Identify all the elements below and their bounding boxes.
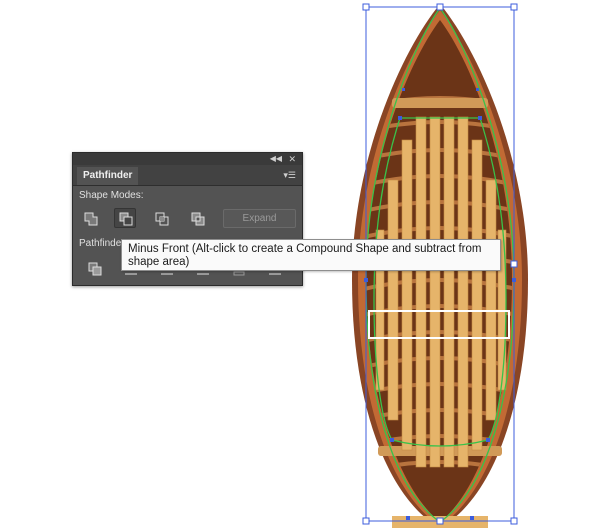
shape-modes-label: Shape Modes: (79, 190, 144, 201)
handle-bottom-middle (436, 517, 444, 525)
exclude-button[interactable] (186, 208, 208, 228)
handle-bottom-right (510, 517, 518, 525)
panel-grip-bar[interactable]: ◀◀ ✕ (73, 153, 302, 165)
minus-front-icon (119, 212, 133, 226)
handle-bottom-left (362, 517, 370, 525)
divide-button[interactable] (85, 260, 105, 278)
tab-pathfinder[interactable]: Pathfinder (77, 167, 139, 185)
panel-tab-bar: Pathfinder ▾☰ (73, 165, 302, 186)
double-chevron-left-icon[interactable]: ◀◀ (270, 153, 282, 165)
exclude-icon (191, 212, 205, 226)
handle-top-middle (436, 3, 444, 11)
minus-front-button[interactable] (114, 208, 136, 228)
handle-top-right (510, 3, 518, 11)
handle-middle-right (510, 260, 518, 268)
close-icon[interactable]: ✕ (288, 153, 296, 165)
handle-top-left (362, 3, 370, 11)
intersect-icon (155, 212, 169, 226)
intersect-button[interactable] (150, 208, 172, 228)
unite-button[interactable] (79, 208, 101, 228)
expand-button[interactable]: Expand (223, 209, 296, 228)
divide-icon (88, 262, 102, 276)
unite-icon (84, 212, 98, 226)
panel-menu-icon[interactable]: ▾☰ (283, 169, 296, 181)
minus-front-tooltip: Minus Front (Alt-click to create a Compo… (121, 239, 501, 271)
